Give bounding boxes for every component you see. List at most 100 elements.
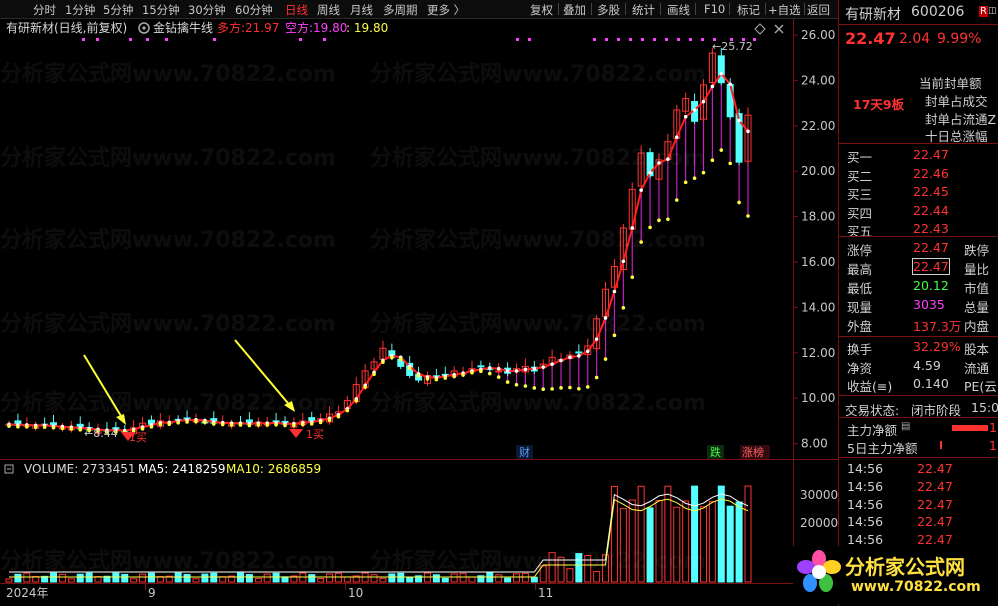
volume-legend: VOLUME: 2733451 [24,462,136,476]
kline-chart[interactable]: 1买 1买 ←8.44 ←25.72 财 跌 涨榜 26.00 24.00 22.0… [0,0,838,606]
volume-y-tick: 30000 [800,488,838,502]
lower-dot [194,419,198,424]
stat-label: 现量 [847,300,873,315]
table-icon[interactable]: ▤ [901,421,910,432]
signal-dot [516,38,519,41]
line-dot [701,99,706,104]
seal-info: 封单占成交 [925,94,988,109]
lower-dot [452,374,456,379]
lower-dot [327,418,332,422]
lower-dot [594,375,599,380]
order-book-price: 22.44 [913,202,949,218]
buy-signal-label: 1买 [306,428,324,441]
lower-dot [710,158,715,163]
lower-dot [33,425,38,430]
line-dot [487,366,492,370]
stat-label: 股本 [964,342,990,357]
y-tick-label: 20.00 [801,164,835,178]
volume-header-icon[interactable] [4,464,14,474]
volume-bar [504,577,512,583]
order-book-label: 买一 [847,150,873,165]
divider [839,417,998,418]
stat-value: 22.47 [912,258,950,275]
lower-dot [318,420,323,425]
y-tick-label: 22.00 [801,119,835,133]
volume-bar [726,505,734,583]
line-dot [568,355,572,360]
line-dot [550,362,554,366]
r-badge: R [979,6,988,17]
y-tick-label: 12.00 [801,346,835,360]
x-axis-label: 2024年 [6,586,49,600]
lower-dot [683,180,688,185]
lower-dot [16,424,20,429]
volume-bar [361,572,369,583]
signal-dot [753,38,756,41]
x-axis-label: 10 [348,586,363,600]
lower-dot [336,414,341,419]
r-badge-icon: ◫ [988,6,997,16]
order-book-label: 买三 [847,187,873,202]
y-tick-label: 16.00 [801,255,835,269]
watermark: 分析家公式网www.70822.com [0,146,336,171]
main-net-label: 主力净额 [847,423,898,438]
close-icon[interactable] [774,24,784,34]
signal-dot [323,38,326,41]
expand-diamond-icon[interactable] [754,23,766,35]
volume-bar [717,485,725,583]
lower-dot [630,275,635,280]
high-price-label: ←25.72 [712,40,753,53]
lower-dot [719,148,724,152]
order-book-price: 22.45 [913,184,949,199]
stat-value: 137.3万 [913,319,962,334]
line-dot [737,118,741,123]
stat-value: 22.47 [913,240,949,255]
volume-bar [281,576,289,583]
stat-label: 跌停 [964,243,990,258]
line-dot [683,114,688,119]
duo-legend: 多方:21.97 [217,20,279,35]
lower-dot [42,425,47,430]
stat-label: 收益(≡) [847,379,893,394]
x-axis-label: 11 [538,586,553,600]
lower-dot [345,408,350,413]
volume-bar [192,578,200,583]
lower-dot [407,366,412,371]
indicator-name: 金钻擒牛线 [153,20,213,35]
stat-label: 涨停 [847,243,873,258]
y-tick-label: 26.00 [801,28,835,42]
watermark: 分析家公式网www.70822.com [0,228,336,253]
lower-dot [425,377,430,381]
tick-price: 22.47 [917,478,953,494]
stat-label: 外盘 [847,319,873,334]
signal-dot [617,38,620,41]
order-book-price: 22.47 [913,147,949,162]
signal-dot [665,38,668,41]
candle-body [575,351,583,354]
line-dot [692,108,697,112]
chart-title: 有研新材(日线,前复权) [6,20,127,35]
lower-dot [728,161,732,166]
stock-code: 600206 [911,4,965,20]
lower-dot [363,385,367,389]
lower-dot [434,377,439,382]
order-book-label: 买二 [847,168,873,184]
signal-dot [528,38,531,41]
lower-dot [283,423,287,428]
volume-bar [388,573,396,583]
lower-dot [746,214,750,218]
divider [839,336,998,337]
lower-dot [461,373,465,377]
tick-time: 14:56 [847,478,884,494]
five-day-net-bar [940,441,942,449]
logo-brand: 分析家公式网 [845,555,965,579]
order-book-label: 买五 [847,224,873,239]
stat-label: 市值 [964,281,990,296]
last-price: 22.47 [845,29,896,48]
settings-gear-icon[interactable] [138,22,150,34]
signal-dot [82,38,85,41]
lower-dot [674,198,679,202]
signal-dot [593,38,596,41]
flower-logo-icon [797,550,841,594]
lower-dot [443,376,448,380]
